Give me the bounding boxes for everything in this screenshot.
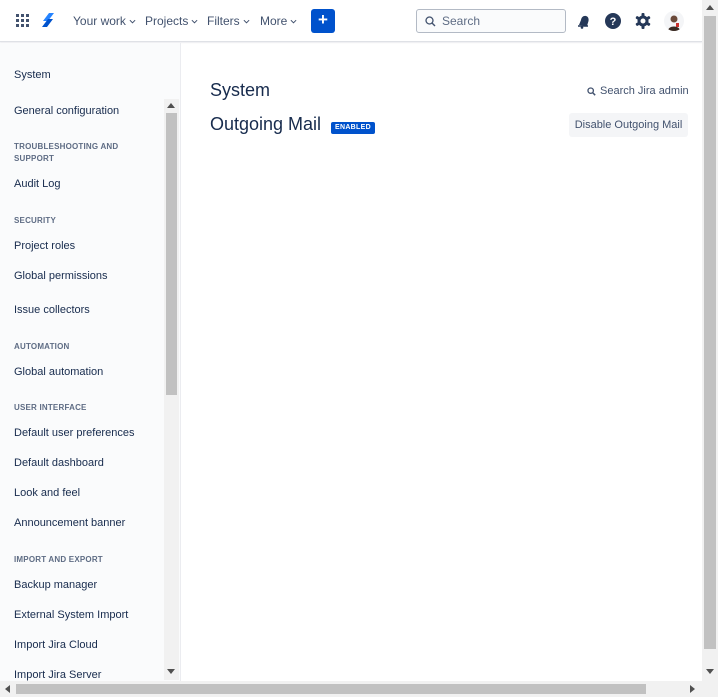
scroll-left-arrow-icon[interactable] <box>5 685 10 693</box>
sidebar-section-troubleshooting: TROUBLESHOOTING AND SUPPORT <box>14 142 119 163</box>
chevron-down-icon <box>129 19 136 24</box>
settings-icon[interactable] <box>634 12 652 30</box>
nav-more[interactable]: More <box>260 13 297 29</box>
nav-more-label: More <box>260 14 288 28</box>
sidebar-section-security: SECURITY <box>14 216 57 225</box>
chevron-down-icon <box>243 19 250 24</box>
chevron-down-icon <box>290 19 297 24</box>
status-badge: ENABLED <box>331 122 375 134</box>
sidebar-item-global-automation[interactable]: Global automation <box>14 366 103 378</box>
sidebar-item-default-user-preferences[interactable]: Default user preferences <box>14 427 134 439</box>
sidebar-title: System <box>14 69 51 81</box>
sidebar-item-announcement-banner[interactable]: Announcement banner <box>14 517 125 529</box>
search-jira-admin-label: Search Jira admin <box>600 85 689 97</box>
sidebar-item-import-jira-cloud[interactable]: Import Jira Cloud <box>14 639 98 651</box>
search-field[interactable] <box>416 9 566 33</box>
scroll-up-arrow-icon[interactable] <box>167 103 175 108</box>
sidebar-scrollbar[interactable] <box>164 99 179 680</box>
sidebar-section-automation: AUTOMATION <box>14 342 70 351</box>
scroll-up-arrow-icon[interactable] <box>706 5 714 10</box>
sidebar-item-backup-manager[interactable]: Backup manager <box>14 579 97 591</box>
nav-filters[interactable]: Filters <box>207 13 250 29</box>
nav-filters-label: Filters <box>207 14 240 28</box>
admin-sidebar: System General configuration TROUBLESHOO… <box>0 43 181 681</box>
search-jira-admin-link[interactable]: Search Jira admin <box>587 85 689 97</box>
sidebar-item-audit-log[interactable]: Audit Log <box>14 178 60 190</box>
app-switcher-icon[interactable] <box>16 14 29 27</box>
search-icon <box>587 86 596 96</box>
sidebar-scrollbar-thumb[interactable] <box>166 113 177 395</box>
sidebar-item-issue-collectors[interactable]: Issue collectors <box>14 304 90 316</box>
svg-text:?: ? <box>610 16 617 28</box>
avatar[interactable] <box>664 11 684 31</box>
sidebar-item-import-jira-server[interactable]: Import Jira Server <box>14 669 101 681</box>
outgoing-mail-heading: Outgoing Mail <box>210 114 322 134</box>
help-icon[interactable]: ? <box>604 12 622 30</box>
nav-your-work-label: Your work <box>73 14 126 28</box>
page-title: System <box>210 80 271 100</box>
sidebar-item-look-and-feel[interactable]: Look and feel <box>14 487 80 499</box>
scroll-down-arrow-icon[interactable] <box>706 669 714 674</box>
page-horizontal-scrollbar-thumb[interactable] <box>16 684 646 694</box>
sidebar-item-default-dashboard[interactable]: Default dashboard <box>14 457 104 469</box>
page-vertical-scrollbar-thumb[interactable] <box>704 16 716 649</box>
page-vertical-scrollbar[interactable] <box>702 0 718 681</box>
disable-outgoing-mail-button[interactable]: Disable Outgoing Mail <box>569 113 688 137</box>
chevron-down-icon <box>191 19 198 24</box>
sidebar-item-general-configuration[interactable]: General configuration <box>14 105 119 117</box>
jira-logo-icon[interactable] <box>40 12 56 28</box>
sidebar-section-import-export: IMPORT AND EXPORT <box>14 555 103 564</box>
notifications-icon[interactable] <box>575 12 593 30</box>
sidebar-section-user-interface: USER INTERFACE <box>14 403 87 412</box>
sidebar-item-project-roles[interactable]: Project roles <box>14 240 75 252</box>
sidebar-item-global-permissions[interactable]: Global permissions <box>14 270 108 282</box>
create-button[interactable]: + <box>311 9 335 33</box>
page-horizontal-scrollbar[interactable] <box>0 681 718 697</box>
user-avatar-icon <box>668 15 680 31</box>
nav-your-work[interactable]: Your work <box>73 13 136 29</box>
search-input[interactable] <box>442 14 552 28</box>
scroll-down-arrow-icon[interactable] <box>167 669 175 674</box>
nav-projects-label: Projects <box>145 14 189 28</box>
sidebar-item-external-system-import[interactable]: External System Import <box>14 609 128 621</box>
top-navigation: Your work Projects Filters More + ? <box>0 0 702 42</box>
search-icon <box>425 15 436 26</box>
scroll-right-arrow-icon[interactable] <box>690 685 695 693</box>
nav-projects[interactable]: Projects <box>145 13 198 29</box>
